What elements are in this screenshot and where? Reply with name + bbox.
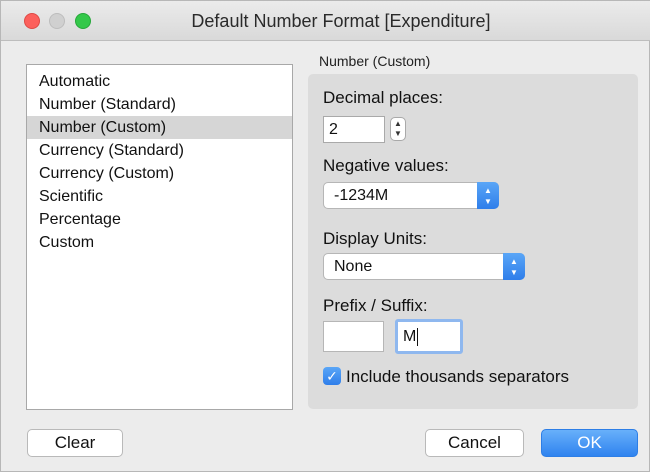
display-units-select[interactable]: None ▲ ▼ (323, 253, 525, 280)
title-bar[interactable]: Default Number Format [Expenditure] (1, 1, 650, 41)
display-units-value: None (334, 258, 373, 275)
settings-panel: Decimal places: 2 ▲ ▼ Negative values: -1… (308, 74, 638, 409)
negative-values-label: Negative values: (323, 156, 449, 175)
chevron-up-down-icon: ▲ ▼ (503, 253, 525, 280)
ok-button[interactable]: OK (541, 429, 638, 457)
chevron-up-down-icon: ▲ ▼ (477, 182, 499, 209)
prefix-suffix-label: Prefix / Suffix: (323, 296, 428, 315)
text-caret (417, 327, 419, 346)
thousands-separators-checkbox[interactable]: ✓ (323, 367, 341, 385)
cancel-button[interactable]: Cancel (425, 429, 524, 457)
format-item-number-custom[interactable]: Number (Custom) (27, 116, 292, 139)
decimal-places-label: Decimal places: (323, 88, 443, 107)
display-units-label: Display Units: (323, 229, 427, 248)
format-item-automatic[interactable]: Automatic (27, 70, 292, 93)
format-item-number-standard[interactable]: Number (Standard) (27, 93, 292, 116)
settings-panel-caption: Number (Custom) (319, 53, 431, 69)
format-category-list[interactable]: Automatic Number (Standard) Number (Cust… (26, 64, 293, 410)
format-item-scientific[interactable]: Scientific (27, 185, 292, 208)
checkmark-icon: ✓ (326, 368, 338, 384)
format-item-currency-standard[interactable]: Currency (Standard) (27, 139, 292, 162)
format-item-percentage[interactable]: Percentage (27, 208, 292, 231)
up-down-stepper-icon[interactable]: ▲ ▼ (390, 117, 406, 141)
negative-values-value: -1234M (334, 187, 389, 204)
thousands-separators-label[interactable]: Include thousands separators (346, 367, 569, 387)
format-item-custom[interactable]: Custom (27, 231, 292, 254)
format-item-currency-custom[interactable]: Currency (Custom) (27, 162, 292, 185)
clear-button[interactable]: Clear (27, 429, 123, 457)
negative-values-select[interactable]: -1234M ▲ ▼ (323, 182, 499, 209)
suffix-value: M (403, 328, 417, 345)
decimal-places-input[interactable]: 2 (323, 116, 385, 143)
suffix-input[interactable]: M (395, 319, 463, 354)
prefix-input[interactable] (323, 321, 384, 352)
number-format-dialog: Default Number Format [Expenditure] Auto… (0, 0, 650, 472)
window-title: Default Number Format [Expenditure] (191, 11, 491, 31)
